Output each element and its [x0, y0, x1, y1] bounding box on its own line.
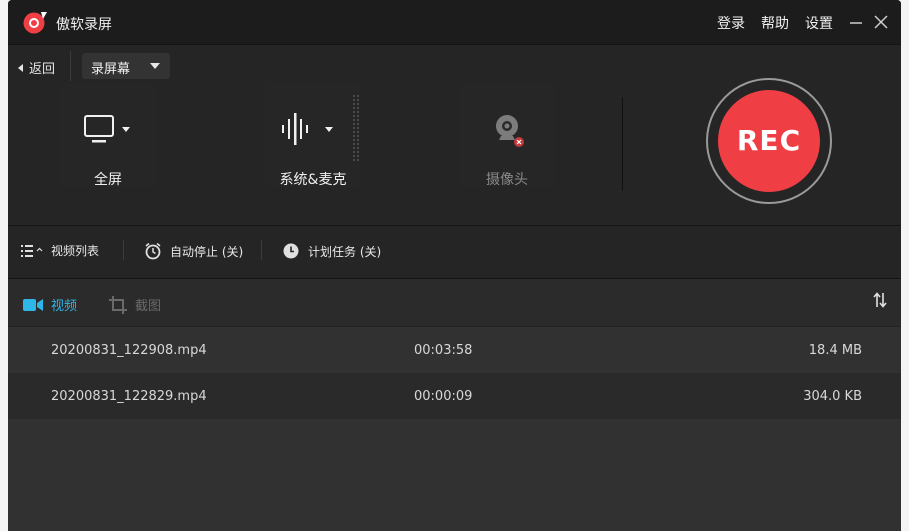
back-label: 返回	[29, 62, 56, 77]
auto-stop-label: 自动停止 (关)	[170, 244, 244, 259]
audio-source[interactable]: 系统&麦克	[265, 83, 361, 188]
record-button[interactable]: REC	[706, 78, 832, 204]
file-duration: 00:03:58	[414, 343, 473, 358]
audio-label: 系统&麦克	[279, 172, 347, 188]
recording-list: 20200831_122908.mp4 00:03:58 18.4 MB 202…	[8, 327, 901, 531]
video-list-label: 视频列表	[51, 244, 100, 258]
chevron-down-icon	[150, 63, 160, 69]
crop-icon	[109, 295, 127, 314]
title-bar: 傲软录屏 登录 帮助 设置	[8, 0, 901, 45]
file-name: 20200831_122908.mp4	[51, 343, 207, 358]
schedule-button[interactable]: 计划任务 (关)	[282, 242, 381, 260]
recording-controls: 返回 录屏幕 全屏 系统&麦克 摄像头 REC	[8, 45, 901, 226]
divider	[622, 97, 623, 191]
media-tabs: 视频 截图	[8, 279, 901, 327]
table-row[interactable]: 20200831_122908.mp4 00:03:58 18.4 MB	[8, 327, 901, 373]
mode-label: 录屏幕	[91, 62, 131, 77]
webcam-icon	[496, 115, 524, 147]
minimize-icon[interactable]	[848, 14, 864, 30]
list-icon	[21, 244, 43, 257]
video-camera-icon	[23, 298, 43, 311]
tab-video-label: 视频	[51, 299, 78, 314]
tab-video[interactable]: 视频	[23, 295, 77, 314]
file-duration: 00:00:09	[414, 389, 473, 404]
back-arrow-icon	[18, 63, 23, 72]
video-list-button[interactable]: 视频列表	[21, 242, 99, 259]
fullscreen-label: 全屏	[94, 172, 122, 188]
record-label: REC	[736, 124, 802, 157]
table-row[interactable]: 20200831_122829.mp4 00:00:09 304.0 KB	[8, 373, 901, 419]
fullscreen-source[interactable]: 全屏	[60, 83, 156, 188]
app-logo-icon	[23, 12, 47, 34]
clock-icon	[283, 243, 299, 259]
webcam-source[interactable]: 摄像头	[459, 83, 555, 188]
app-window: 傲软录屏 登录 帮助 设置 返回 录屏幕 全屏 系统&麦克 摄像头 REC 视频…	[8, 0, 901, 531]
login-link[interactable]: 登录	[717, 13, 745, 33]
auto-stop-button[interactable]: 自动停止 (关)	[144, 242, 243, 260]
sort-icon[interactable]	[873, 292, 887, 308]
tab-screenshot[interactable]: 截图	[109, 295, 161, 314]
divider	[70, 51, 71, 81]
file-size: 18.4 MB	[808, 343, 862, 358]
divider	[123, 240, 124, 260]
sound-wave-icon	[282, 113, 333, 145]
monitor-icon	[84, 115, 130, 143]
toolbar: 视频列表 自动停止 (关) 计划任务 (关)	[8, 226, 901, 279]
divider	[261, 240, 262, 260]
mode-dropdown[interactable]: 录屏幕	[82, 53, 170, 79]
file-size: 304.0 KB	[803, 389, 862, 404]
app-title: 傲软录屏	[56, 17, 112, 33]
help-link[interactable]: 帮助	[761, 13, 789, 33]
alarm-clock-icon	[145, 242, 161, 260]
tab-screenshot-label: 截图	[135, 299, 162, 314]
record-button-face: REC	[718, 90, 820, 192]
settings-link[interactable]: 设置	[805, 13, 833, 33]
file-name: 20200831_122829.mp4	[51, 389, 207, 404]
schedule-label: 计划任务 (关)	[308, 244, 382, 259]
webcam-label: 摄像头	[486, 172, 528, 188]
back-button[interactable]: 返回	[18, 58, 55, 77]
volume-meter-icon	[353, 95, 359, 161]
close-icon[interactable]	[873, 14, 889, 30]
